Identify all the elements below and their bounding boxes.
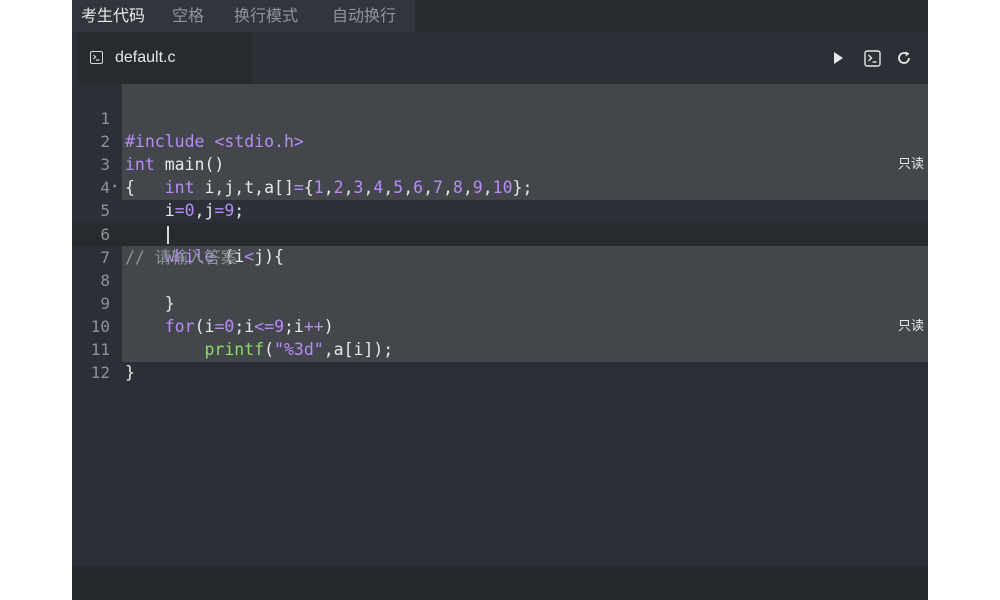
code-line[interactable]: 3 { int i,j,t,a[]={1,2,3,4,5,6,7,8,9,10}… [72, 130, 928, 197]
tab-word-wrap[interactable]: 自动换行 [332, 0, 396, 32]
status-bar [72, 566, 928, 600]
code-line[interactable]: 8 } 只读 [72, 246, 928, 334]
top-tab-bar: 考生代码 空格 换行模式 自动换行 [72, 0, 928, 32]
code-line[interactable]: 2 int main() [72, 107, 928, 174]
code-line[interactable]: 12 [72, 338, 928, 382]
code-editor-window: 考生代码 空格 换行模式 自动换行 default.c 1 #include <… [72, 0, 928, 600]
reset-icon [898, 51, 910, 64]
code-area[interactable]: 1 #include <stdio.h> 只读 2 int main() 3 {… [72, 84, 928, 566]
file-name: default.c [115, 49, 176, 66]
reset-button[interactable] [895, 49, 913, 67]
tab-candidate-code[interactable]: 考生代码 [81, 0, 145, 32]
terminal-button[interactable] [863, 49, 881, 67]
code-line[interactable]: 10 printf("%3d",a[i]); [72, 292, 928, 359]
run-icon [834, 52, 843, 64]
code-line[interactable]: 9 for(i=0;i<=9;i++) [72, 269, 928, 336]
tab-indent-spaces[interactable]: 空格 [172, 0, 204, 32]
file-tab-row: default.c [72, 32, 928, 84]
fold-arrow-icon[interactable]: ▾ [112, 176, 117, 199]
run-button[interactable] [829, 49, 847, 67]
line-number: 12 [90, 363, 110, 382]
code-line[interactable]: 7 [72, 223, 928, 267]
terminal-icon [90, 51, 103, 64]
code-line[interactable]: 6 // 请输入答案 [72, 200, 928, 267]
code-line[interactable]: 1 #include <stdio.h> 只读 [72, 84, 928, 172]
terminal-icon [863, 49, 881, 67]
code-line[interactable]: 4 i=0,j=9; [72, 153, 928, 220]
code-line[interactable]: 5 ▾ while (i<j){ [72, 176, 928, 266]
file-tab[interactable]: default.c [78, 32, 252, 84]
code-line[interactable]: 11 } [72, 315, 928, 382]
tab-newline-mode[interactable]: 换行模式 [234, 0, 298, 32]
text-cursor [167, 226, 169, 244]
